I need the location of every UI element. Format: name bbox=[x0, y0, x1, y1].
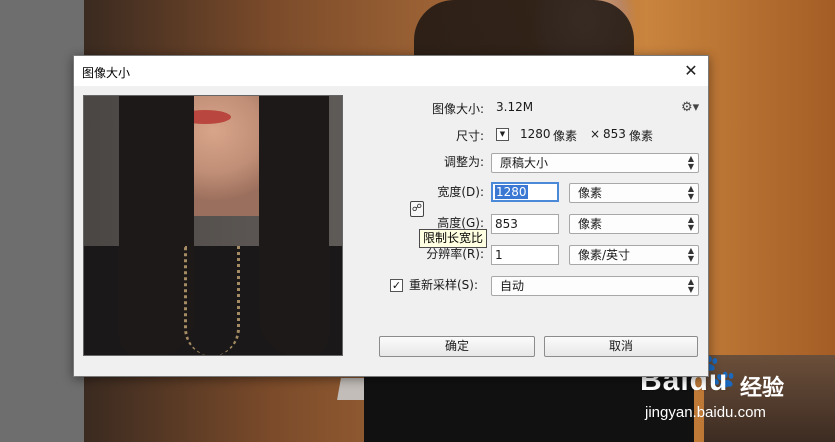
fit-to-label: 调整为: bbox=[443, 155, 484, 169]
ok-button[interactable]: 确定 bbox=[379, 336, 535, 357]
fit-to-selected: 原稿大小 bbox=[500, 156, 549, 170]
height-unit-select[interactable]: 像素 ▲ ▼ bbox=[569, 214, 699, 234]
image-size-label: 图像大小: bbox=[431, 102, 484, 116]
chevron-down-icon: ▲ ▼ bbox=[687, 184, 694, 201]
width-unit-select[interactable]: 像素 ▲ ▼ bbox=[569, 183, 699, 203]
resolution-unit-select[interactable]: 像素/英寸 ▲ ▼ bbox=[569, 245, 699, 265]
watermark-brand-text: 经验 bbox=[740, 376, 785, 401]
image-size-dialog: 图像大小 ✕ 图像大小: 3.12M ⚙▾ 尺寸: ▼ 1280 像素 × 85… bbox=[73, 55, 709, 377]
preview-hair-right bbox=[259, 96, 329, 355]
height-value: 853 bbox=[495, 217, 518, 231]
constrain-tooltip: 限制长宽比 bbox=[419, 229, 488, 248]
resolution-unit: 像素/英寸 bbox=[578, 248, 631, 262]
resample-label: 重新采样(S): bbox=[409, 278, 479, 292]
width-unit: 像素 bbox=[578, 186, 603, 200]
resolution-input[interactable]: 1 bbox=[491, 245, 559, 265]
dimensions-width-unit: 像素 bbox=[553, 129, 578, 143]
resample-select[interactable]: 自动 ▲ ▼ bbox=[491, 276, 699, 296]
dialog-title: 图像大小 bbox=[82, 66, 131, 80]
image-preview[interactable] bbox=[83, 95, 343, 356]
height-input[interactable]: 853 bbox=[491, 214, 559, 234]
dialog-titlebar[interactable]: 图像大小 ✕ bbox=[74, 56, 708, 86]
dimensions-height: 853 bbox=[603, 127, 626, 141]
resample-selected: 自动 bbox=[500, 279, 525, 293]
fit-to-select[interactable]: 原稿大小 ▲ ▼ bbox=[491, 153, 699, 173]
width-label: 宽度(D): bbox=[437, 185, 484, 199]
cancel-button[interactable]: 取消 bbox=[544, 336, 698, 357]
resample-checkbox[interactable]: ✓ bbox=[390, 279, 403, 292]
resolution-value: 1 bbox=[495, 248, 503, 262]
dimensions-width: 1280 bbox=[520, 127, 551, 141]
chevron-down-icon: ▲ ▼ bbox=[687, 246, 694, 263]
gear-icon[interactable]: ⚙▾ bbox=[681, 100, 699, 115]
width-value: 1280 bbox=[495, 185, 528, 199]
dimensions-label: 尺寸: bbox=[455, 129, 484, 143]
chevron-down-icon: ▲ ▼ bbox=[687, 215, 694, 232]
triangle-down-icon[interactable]: ▼ bbox=[496, 128, 509, 141]
image-size-value: 3.12M bbox=[496, 100, 534, 114]
chevron-down-icon: ▲ ▼ bbox=[687, 277, 694, 294]
preview-hair-left bbox=[119, 96, 194, 355]
chevron-down-icon: ▲ ▼ bbox=[687, 154, 694, 171]
watermark-url: jingyan.baidu.com bbox=[645, 404, 766, 421]
dimensions-times: × bbox=[590, 127, 601, 141]
width-input[interactable]: 1280 bbox=[491, 182, 559, 202]
dimensions-height-unit: 像素 bbox=[629, 129, 654, 143]
height-unit: 像素 bbox=[578, 217, 603, 231]
preview-necklace bbox=[184, 246, 240, 355]
close-button[interactable]: ✕ bbox=[680, 60, 702, 82]
